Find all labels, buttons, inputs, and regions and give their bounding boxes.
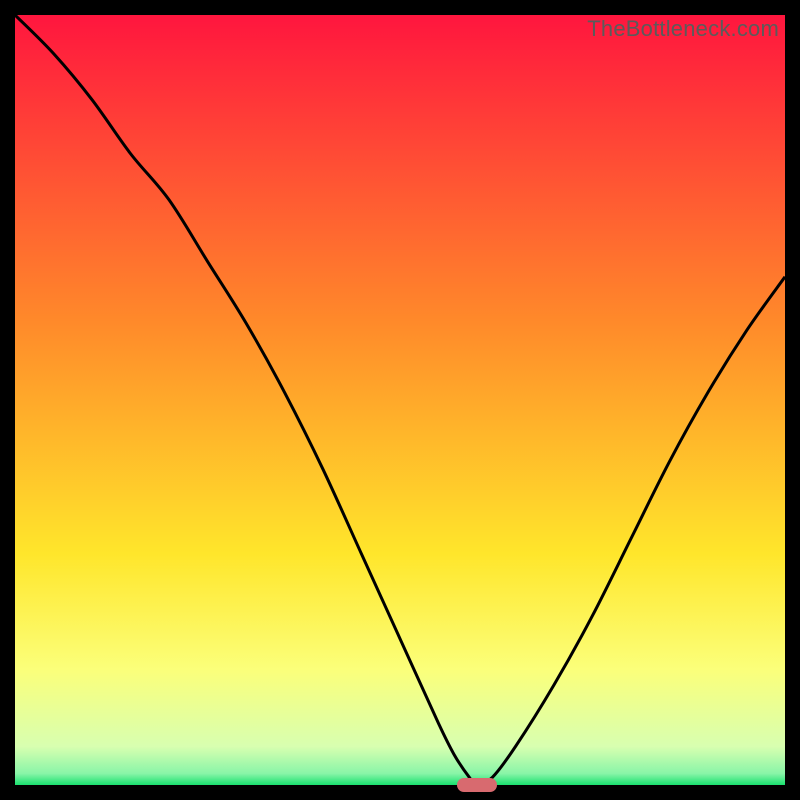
chart-stage: TheBottleneck.com: [0, 0, 800, 800]
bottleneck-curve: [15, 15, 785, 785]
curve-path: [15, 15, 785, 785]
plot-area: TheBottleneck.com: [15, 15, 785, 785]
optimal-marker: [457, 778, 497, 792]
